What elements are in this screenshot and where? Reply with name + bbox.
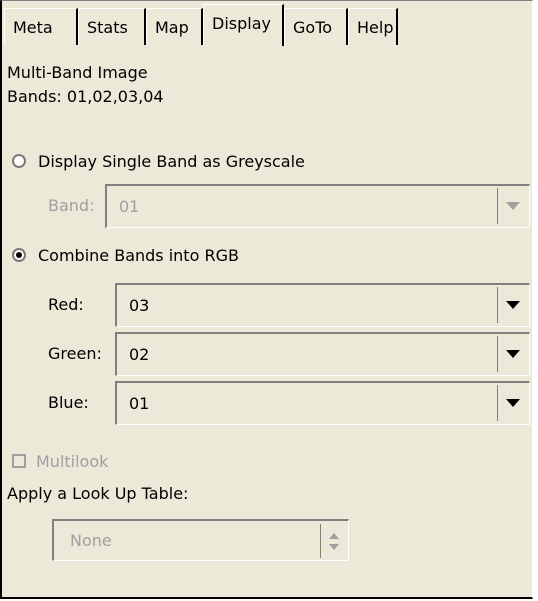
band-select-value: 01 [119,197,140,216]
tab-map-label: Map [155,18,189,37]
tab-display[interactable]: Display [203,4,284,46]
image-type-text: Multi-Band Image [7,63,148,82]
red-band-value: 03 [129,296,150,315]
red-label: Red: [48,295,84,314]
tab-meta-label: Meta [13,18,53,37]
display-panel: Meta Stats Map Display GoTo Help Multi-B… [0,0,533,599]
multilook-label: Multilook [36,451,109,471]
tab-display-label: Display [212,14,271,33]
greyscale-option[interactable]: Display Single Band as Greyscale [12,147,305,175]
tab-meta[interactable]: Meta [4,8,78,45]
green-label: Green: [48,344,102,363]
tab-help[interactable]: Help [348,8,398,45]
green-band-value: 02 [129,345,150,364]
tab-map[interactable]: Map [146,8,203,45]
spinner-arrows-icon[interactable] [320,524,346,558]
chevron-down-icon[interactable] [497,188,527,224]
greyscale-label: Display Single Band as Greyscale [38,151,305,171]
band-label: Band: [48,196,95,215]
greyscale-radio[interactable] [12,154,26,168]
rgb-option[interactable]: Combine Bands into RGB [12,241,239,269]
bands-text: Bands: 01,02,03,04 [7,87,164,106]
tab-help-label: Help [357,18,394,37]
tab-goto[interactable]: GoTo [284,8,348,45]
tab-stats-label: Stats [87,18,128,37]
rgb-label: Combine Bands into RGB [38,245,239,265]
chevron-down-icon[interactable] [497,385,527,421]
band-select[interactable]: 01 [105,184,530,228]
blue-band-value: 01 [129,394,150,413]
image-info: Multi-Band Image Bands: 01,02,03,04 [7,61,164,109]
red-band-select[interactable]: 03 [115,283,530,327]
chevron-down-icon[interactable] [497,287,527,323]
multilook-checkbox[interactable] [12,454,26,468]
tab-goto-label: GoTo [293,18,333,37]
multilook-option[interactable]: Multilook [12,449,108,473]
blue-band-select[interactable]: 01 [115,381,530,425]
lut-label: Apply a Look Up Table: [7,484,189,503]
lut-value: None [70,531,112,550]
chevron-down-icon[interactable] [497,336,527,372]
tab-stats[interactable]: Stats [78,8,146,45]
rgb-radio[interactable] [12,248,26,262]
lut-spinner[interactable]: None [52,519,349,561]
blue-label: Blue: [48,393,89,412]
green-band-select[interactable]: 02 [115,332,530,376]
